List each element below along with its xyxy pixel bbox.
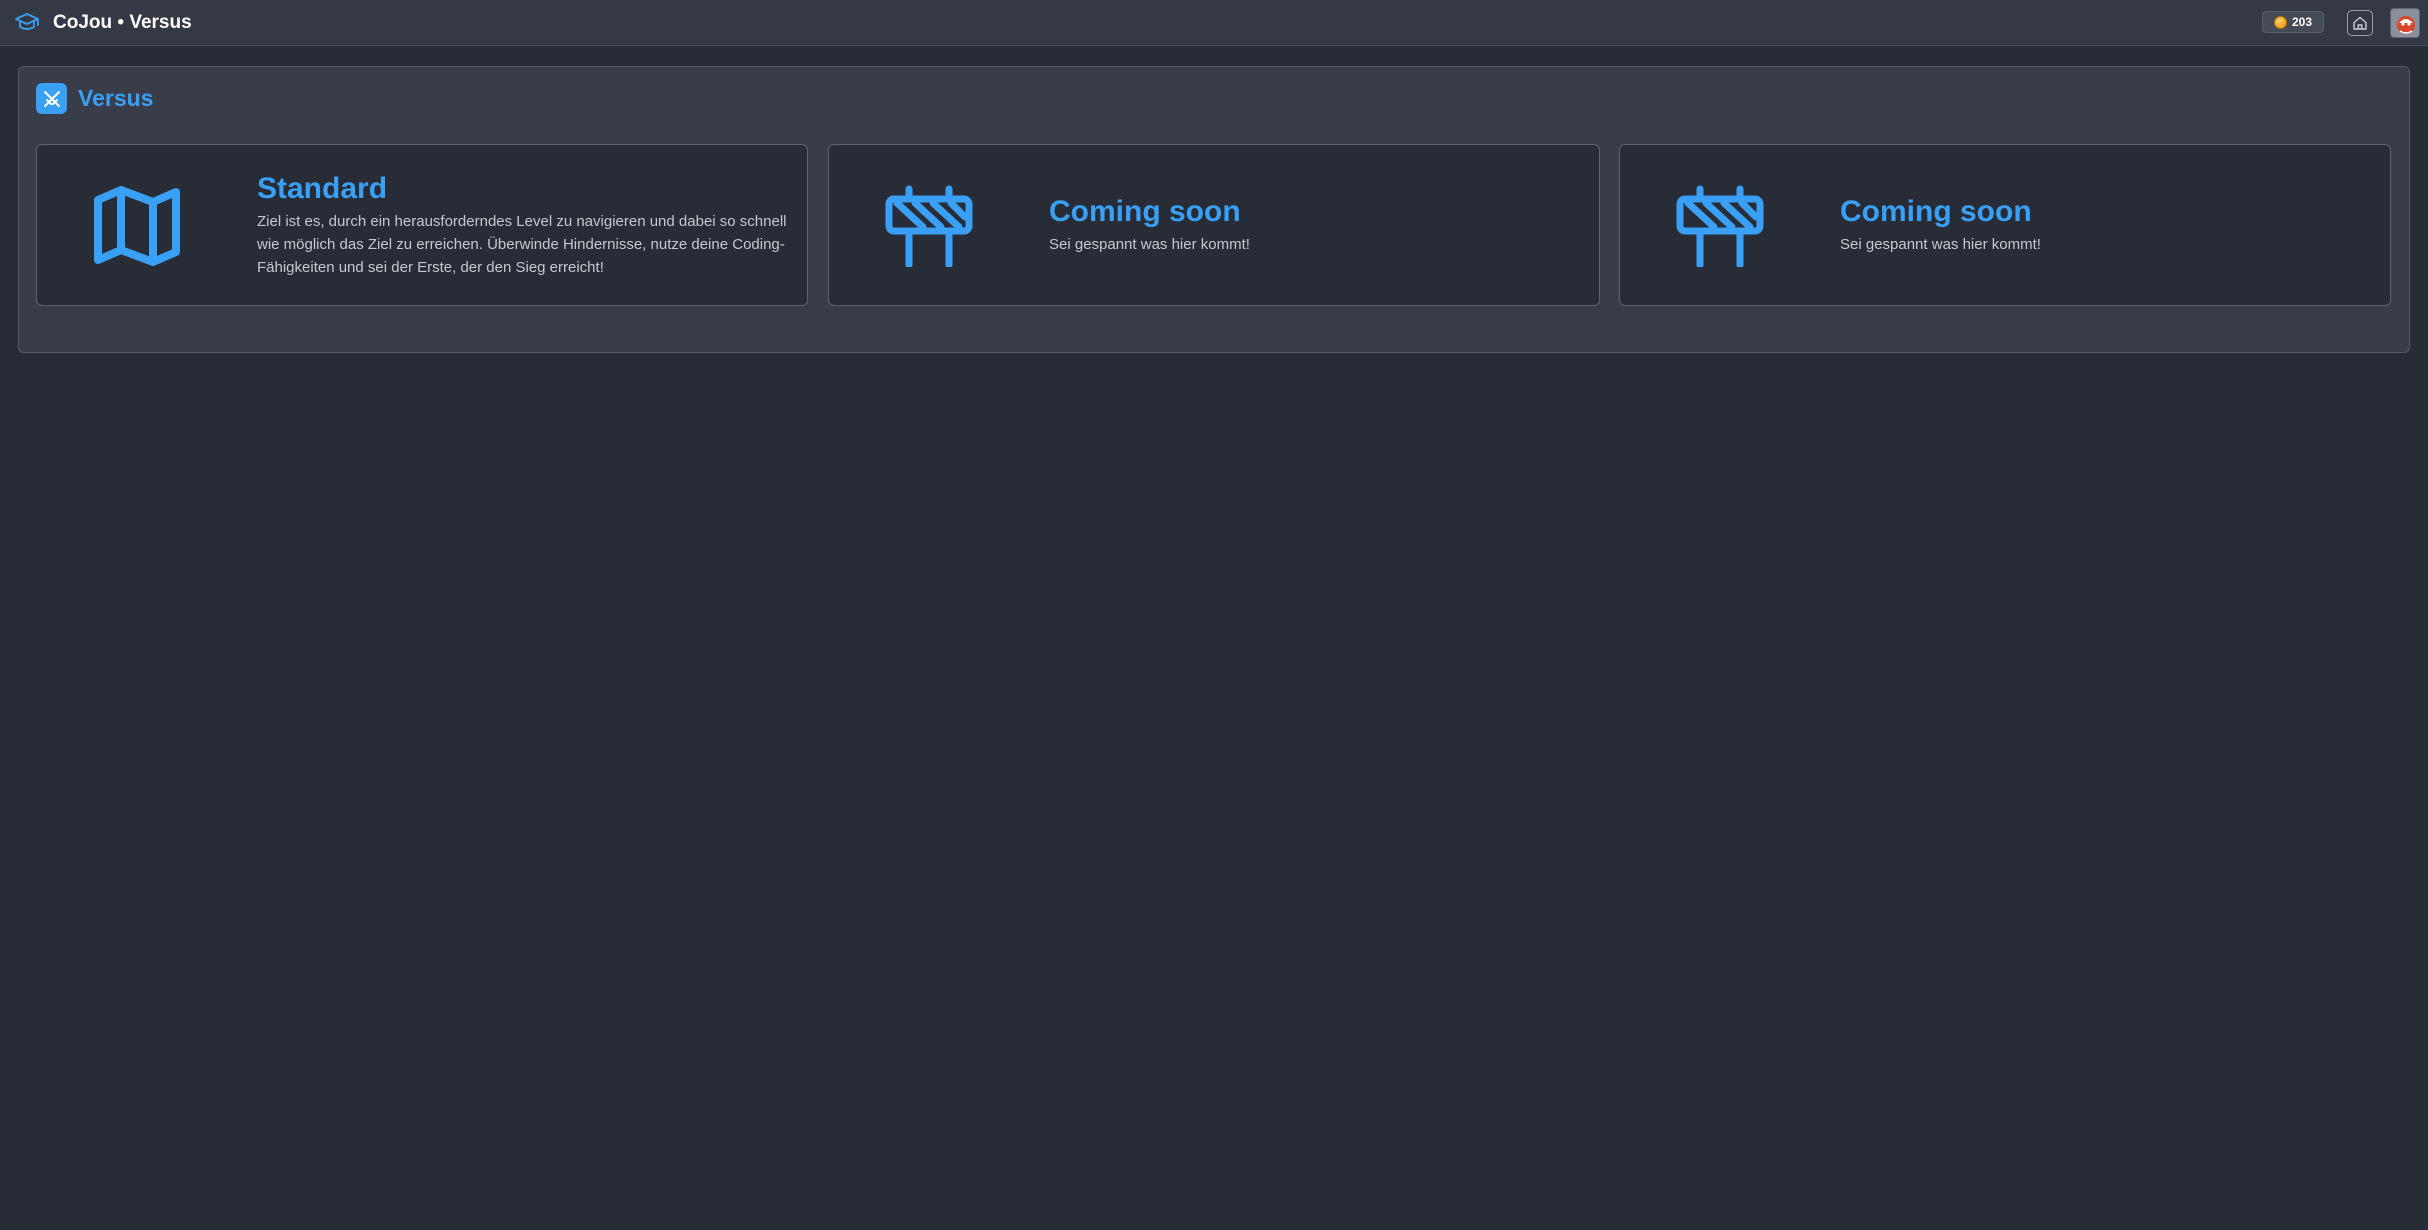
home-button[interactable] (2347, 10, 2373, 36)
swords-icon (36, 83, 67, 114)
card-title: Coming soon (1840, 195, 2032, 228)
card-description: Sei gespannt was hier kommt! (1049, 236, 1250, 253)
avatar-image (2391, 9, 2419, 37)
barrier-icon (885, 185, 973, 267)
card-title: Coming soon (1049, 195, 1241, 228)
card-body: Standard Ziel ist es, durch ein herausfo… (257, 145, 792, 305)
top-bar: CoJou • Versus 203 (0, 0, 2428, 46)
mode-card-coming-soon-1[interactable]: Coming soon Sei gespannt was hier kommt! (828, 144, 1600, 306)
coin-icon (2273, 15, 2287, 29)
home-icon (2353, 16, 2367, 30)
coin-count: 203 (2291, 15, 2313, 29)
user-avatar[interactable] (2390, 8, 2420, 38)
barrier-icon (1676, 185, 1764, 267)
coin-counter[interactable]: 203 (2262, 11, 2324, 33)
card-body: Coming soon Sei gespannt was hier kommt! (1049, 145, 1584, 305)
card-title: Standard (257, 172, 388, 205)
mode-card-standard[interactable]: Standard Ziel ist es, durch ein herausfo… (36, 144, 808, 306)
app-title: CoJou • Versus (53, 12, 192, 33)
graduation-cap-icon[interactable] (14, 11, 40, 35)
mode-card-coming-soon-2[interactable]: Coming soon Sei gespannt was hier kommt! (1619, 144, 2391, 306)
card-description: Ziel ist es, durch ein herausforderndes … (257, 213, 787, 276)
map-icon (94, 186, 180, 266)
panel-title: Versus (78, 85, 154, 111)
card-body: Coming soon Sei gespannt was hier kommt! (1840, 145, 2375, 305)
card-description: Sei gespannt was hier kommt! (1840, 236, 2041, 253)
versus-panel: Versus Standard Ziel ist es, durch ein h… (18, 66, 2410, 353)
